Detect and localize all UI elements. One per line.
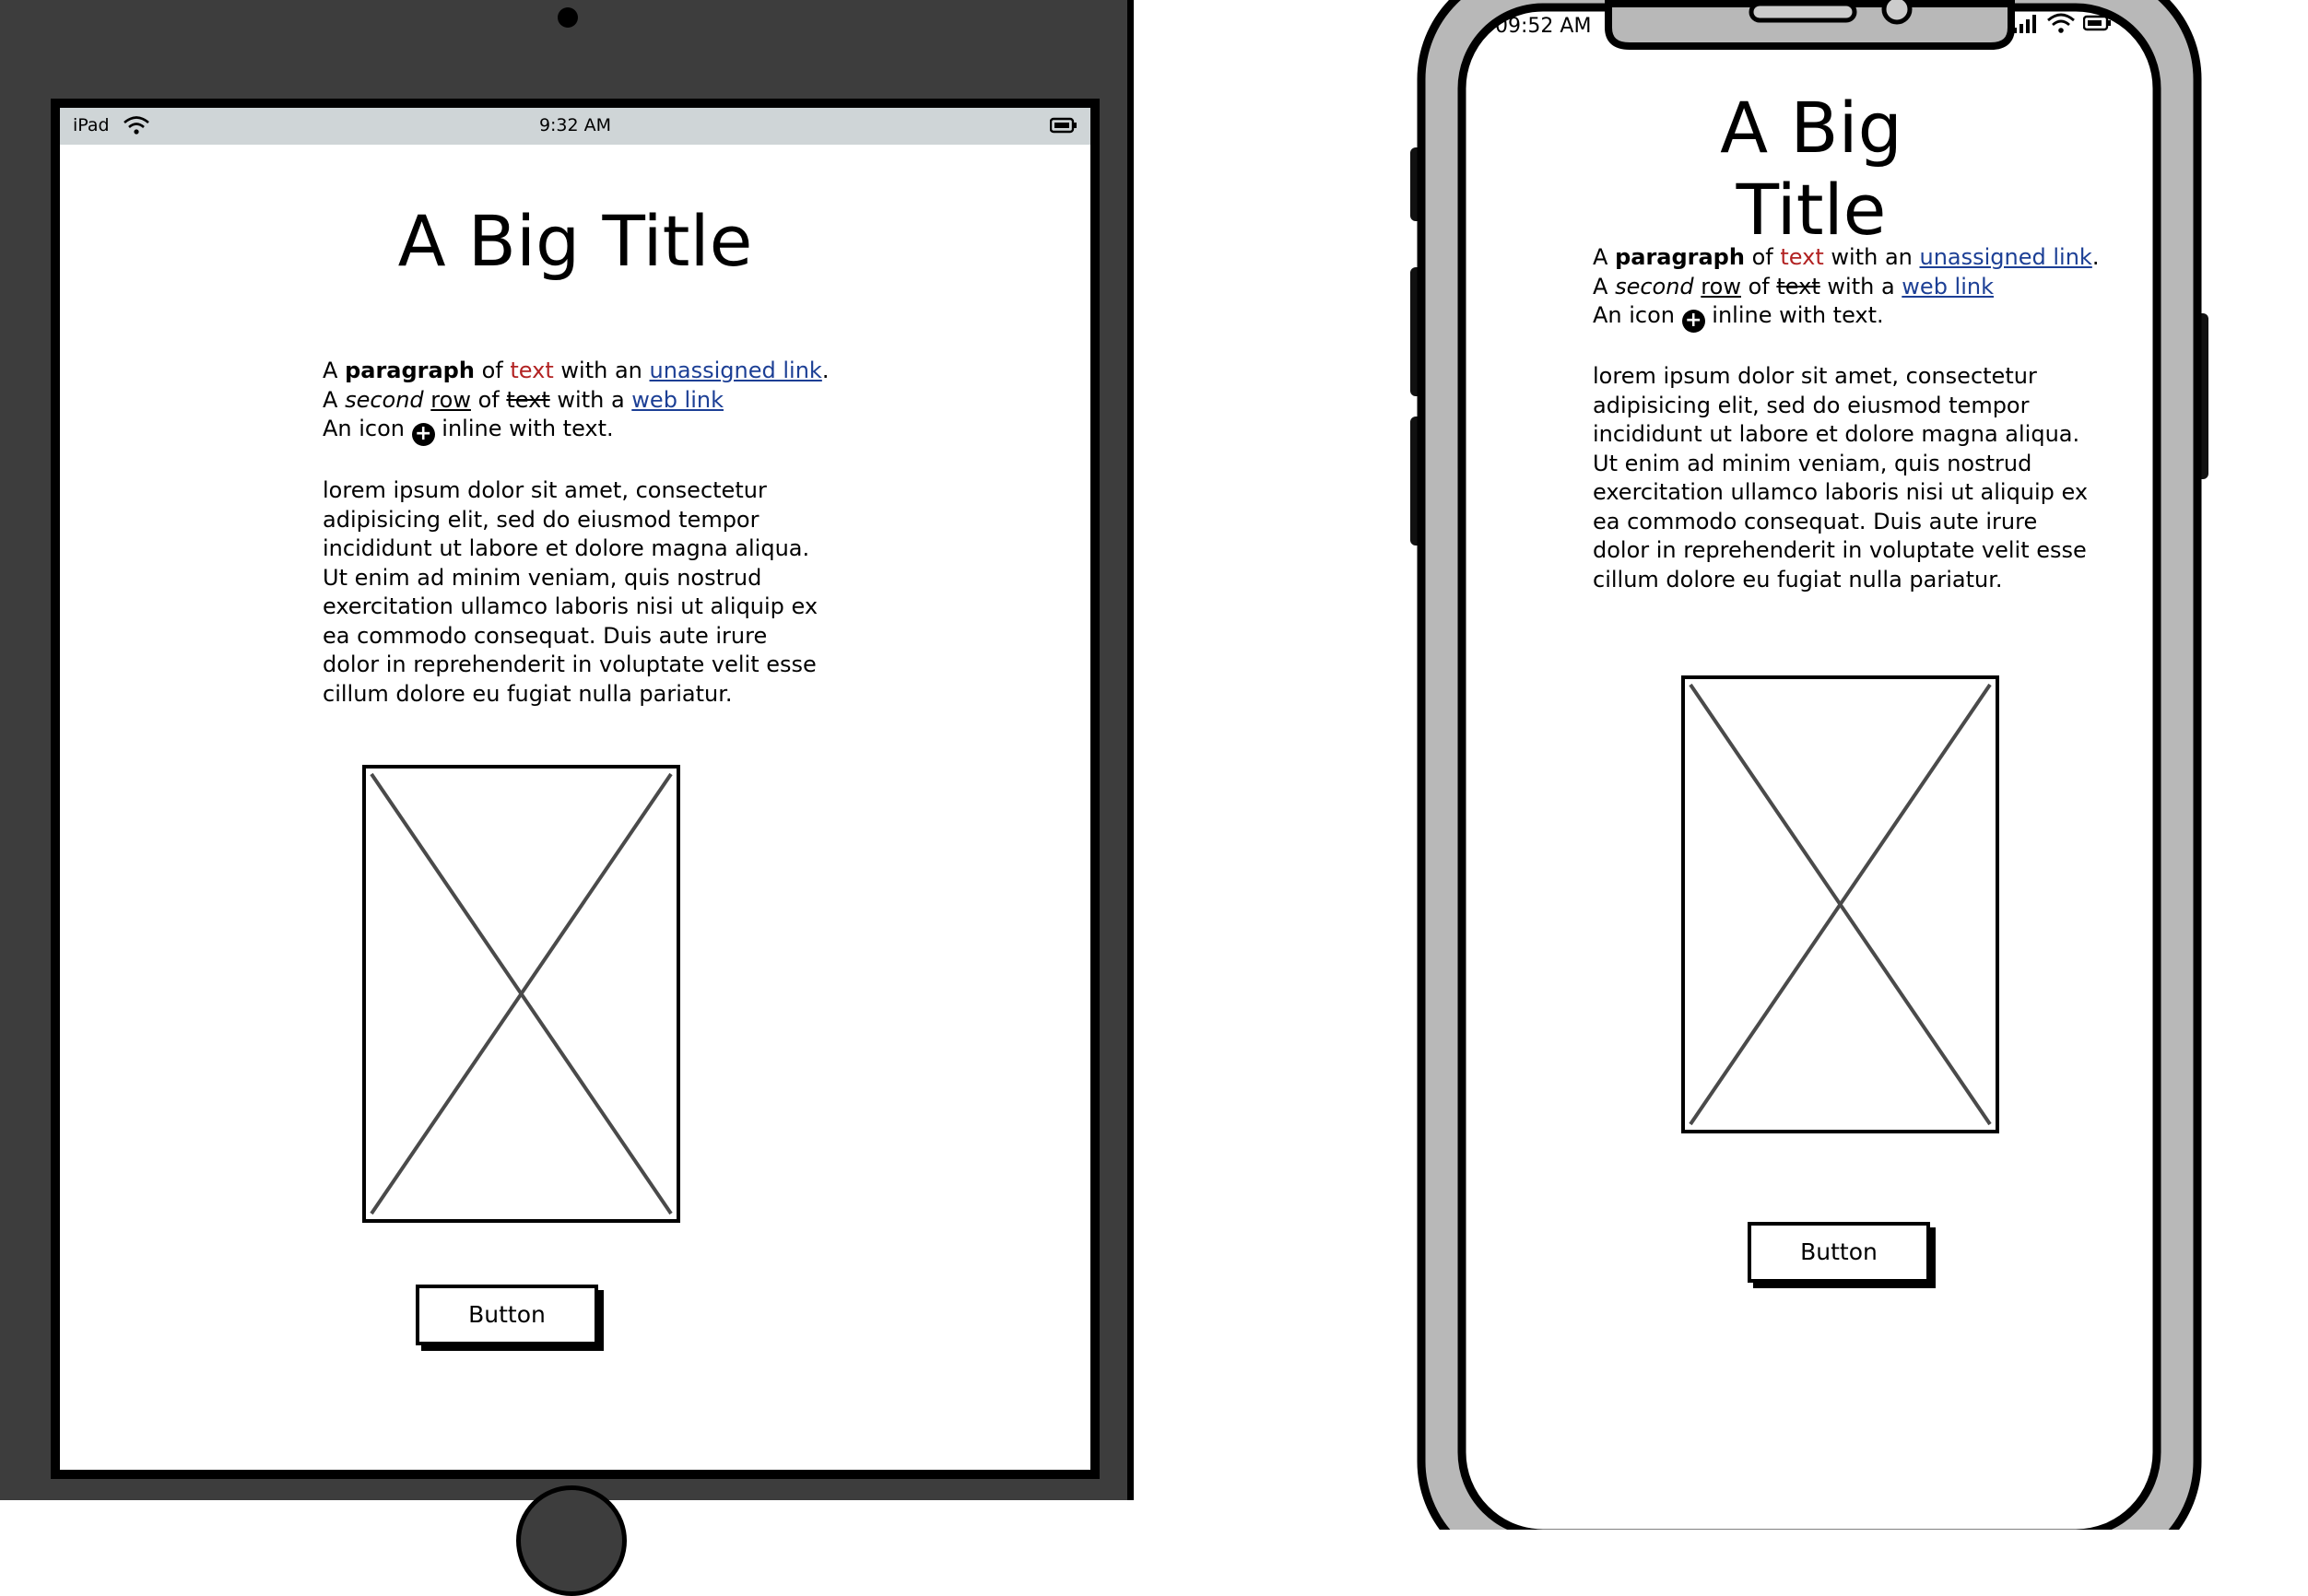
text-run: inline with text. xyxy=(1712,302,1884,328)
text-run: A xyxy=(1593,244,1608,270)
paragraph-line-3: An icon + inline with text. xyxy=(1593,301,2109,333)
web-link[interactable]: web link xyxy=(631,387,724,413)
tablet-image-placeholder xyxy=(362,765,680,1223)
paragraph-line-2: A second row of text with a web link xyxy=(1593,273,2109,302)
italic-text: second xyxy=(1615,273,1694,299)
tablet-home-button[interactable] xyxy=(516,1485,627,1596)
phone-button[interactable]: Button xyxy=(1748,1222,1930,1283)
text-run: with an xyxy=(1831,244,1913,270)
phone-status-time: 09:52 AM xyxy=(1495,15,1592,38)
paragraph-line-1: A paragraph of text with an unassigned l… xyxy=(1593,243,2109,273)
text-run: of xyxy=(481,358,503,383)
tablet-camera xyxy=(558,7,578,28)
underlined-text: row xyxy=(430,386,471,413)
red-text: text xyxy=(510,358,554,383)
tablet-lorem-paragraph: lorem ipsum dolor sit amet, consectetur … xyxy=(323,477,818,707)
unassigned-link[interactable]: unassigned link xyxy=(650,358,822,383)
text-run: with a xyxy=(1827,273,1895,299)
tablet-status-time: 9:32 AM xyxy=(538,115,612,135)
text-run: of xyxy=(477,386,500,413)
text-run: with a xyxy=(557,386,625,413)
plus-circle-icon: + xyxy=(1681,310,1705,333)
text-run: A xyxy=(323,386,338,413)
phone-image-placeholder xyxy=(1681,675,1999,1133)
unassigned-link[interactable]: unassigned link xyxy=(1920,244,2092,270)
underlined-text: row xyxy=(1701,273,1741,299)
bold-text: paragraph xyxy=(1615,244,1745,270)
battery-icon xyxy=(2082,15,2113,35)
tablet-status-bar: iPad 9:32 AM xyxy=(60,108,1090,145)
paragraph-line-2: A second row of text with a web link xyxy=(323,386,876,416)
text-run: . xyxy=(2091,244,2100,270)
strikethrough-text: text xyxy=(1776,273,1820,299)
tablet-screen: iPad 9:32 AM A Big Title A paragraph of … xyxy=(51,99,1100,1479)
paragraph-line-3: An icon + inline with text. xyxy=(323,415,876,446)
text-run: with an xyxy=(560,358,642,383)
text-run: An icon xyxy=(323,416,406,441)
phone-formatted-paragraph: A paragraph of text with an unassigned l… xyxy=(1593,243,2109,333)
paragraph-line-1: A paragraph of text with an unassigned l… xyxy=(323,357,876,386)
tablet-page-title: A Big Title xyxy=(397,200,753,282)
text-run: . xyxy=(821,358,830,383)
text-run: of xyxy=(1748,273,1770,299)
text-run: A xyxy=(1593,273,1608,299)
strikethrough-text: text xyxy=(506,386,550,413)
battery-icon xyxy=(1049,117,1077,137)
tablet-formatted-paragraph: A paragraph of text with an unassigned l… xyxy=(323,357,876,446)
text-run: A xyxy=(323,358,338,383)
text-run: inline with text. xyxy=(442,416,614,441)
wifi-icon xyxy=(2046,11,2076,39)
text-run: An icon xyxy=(1593,302,1676,328)
text-run: of xyxy=(1751,244,1773,270)
tablet-button[interactable]: Button xyxy=(416,1285,598,1345)
red-text: text xyxy=(1780,244,1824,270)
phone-lorem-paragraph: lorem ipsum dolor sit amet, consectetur … xyxy=(1593,363,2089,593)
web-link[interactable]: web link xyxy=(1902,274,1994,299)
plus-circle-icon: + xyxy=(411,423,435,446)
bold-text: paragraph xyxy=(345,358,475,383)
phone-page-title: A Big Title xyxy=(1720,87,1902,251)
signal-icon xyxy=(2011,13,2039,39)
italic-text: second xyxy=(345,386,424,413)
